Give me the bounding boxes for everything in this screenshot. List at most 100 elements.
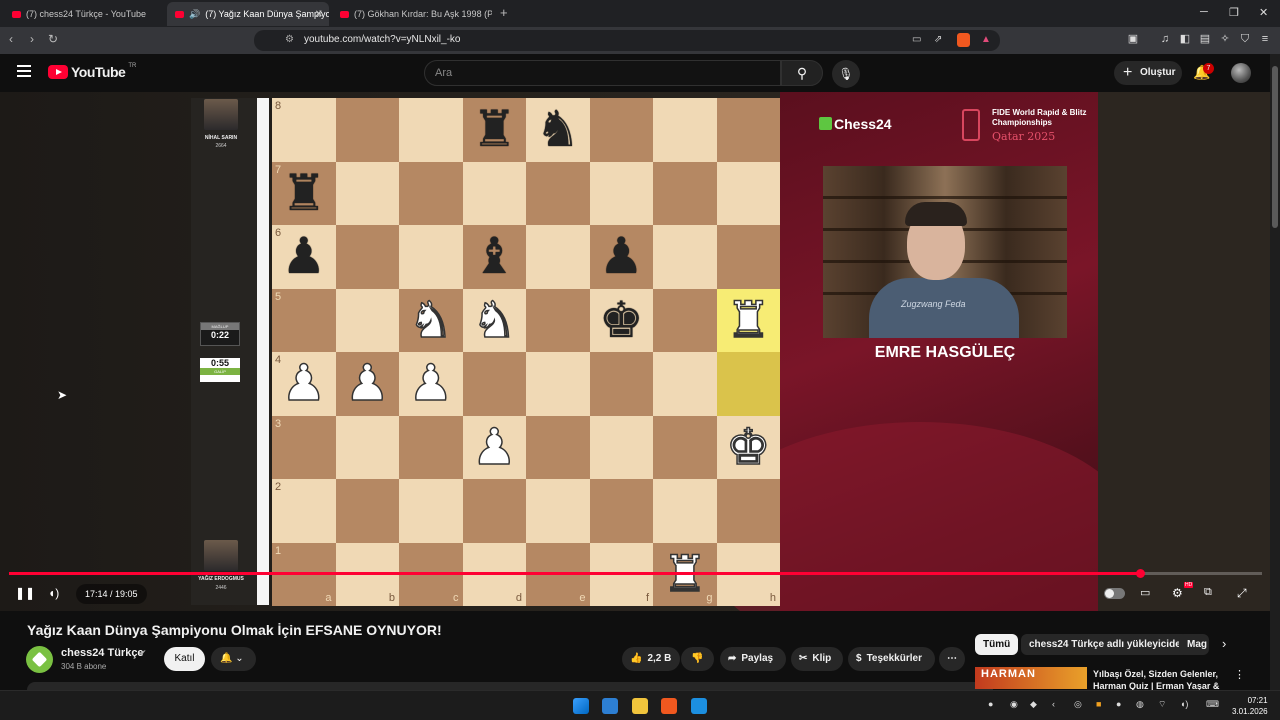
chip-more[interactable]: Mag <box>1179 634 1209 655</box>
share-button[interactable]: ➦ Paylaş <box>720 647 786 671</box>
pause-icon[interactable]: ❚❚ <box>15 586 35 600</box>
file-label: c <box>453 592 459 604</box>
board-square <box>716 225 780 289</box>
browser-nav-bar: ‹ › ↻ ⊡ ⚙ youtube.com/watch?v=yNLNxil_-k… <box>0 27 1280 54</box>
brave-shields-icon[interactable] <box>957 33 970 47</box>
wifi-icon[interactable]: ⌔ <box>1158 699 1166 710</box>
brand-text: Chess24 <box>834 116 892 132</box>
app-icon[interactable] <box>691 698 707 714</box>
subtitles-icon[interactable]: ▭ <box>1140 586 1150 599</box>
tray-icon[interactable]: ● <box>1116 699 1121 709</box>
country-code: TR <box>128 63 137 69</box>
menu-icon[interactable]: ≡ <box>1259 33 1271 45</box>
board-square <box>716 352 780 416</box>
settings-gear-icon[interactable]: ⚙ <box>1172 586 1183 600</box>
brave-browser-icon[interactable] <box>661 698 677 714</box>
tray-icon[interactable]: ◍ <box>1136 699 1144 710</box>
board-square: ♟ <box>589 225 653 289</box>
thanks-button[interactable]: $ Teşekkürler <box>848 647 935 671</box>
tab-yagiz-kaan[interactable]: 🔊 (7) Yağız Kaan Dünya Şampiyo ✕ <box>167 2 329 26</box>
volume-icon[interactable]: ◖) <box>48 586 59 600</box>
board-square <box>589 98 653 162</box>
dislike-button[interactable]: 👎 <box>681 647 714 671</box>
tray-icon[interactable]: ■ <box>1096 699 1101 709</box>
top-player-photo <box>204 99 238 130</box>
join-button[interactable]: Katıl <box>164 647 205 671</box>
site-info-icon[interactable]: ⚙ <box>285 34 294 45</box>
video-player[interactable]: NİHAL SARIN 2664 MAĞLUP 0:22 0:55 GALİP … <box>0 92 1270 611</box>
fullscreen-icon[interactable]: ⤢ <box>1237 586 1247 601</box>
wallet-icon[interactable]: ▤ <box>1199 33 1211 45</box>
rewards-icon[interactable]: ▲ <box>981 34 991 45</box>
file-explorer-icon[interactable] <box>632 698 648 714</box>
miniplayer-icon[interactable]: ⧉ <box>1204 586 1212 599</box>
voice-search-button[interactable]: 🎙 <box>832 60 860 88</box>
scrollbar-thumb[interactable] <box>1272 66 1278 228</box>
scissors-icon: ✂ <box>799 653 808 664</box>
tray-icon[interactable]: ◎ <box>1074 699 1082 710</box>
recommendation-title[interactable]: Yılbaşı Özel, Sizden Gelenler, Harman Qu… <box>1093 668 1223 690</box>
board-square: ♟ <box>335 352 399 416</box>
restore-icon[interactable]: ❐ <box>1229 6 1239 19</box>
language-icon[interactable]: ⌨ <box>1206 699 1219 710</box>
more-options-icon[interactable]: ⋮ <box>1234 668 1245 681</box>
new-tab-icon[interactable]: + <box>500 5 508 20</box>
chevron-right-icon[interactable]: › <box>1222 636 1226 651</box>
search-input[interactable]: Ara <box>424 60 781 86</box>
address-bar[interactable]: ⚙ youtube.com/watch?v=yNLNxil_-ko ▭ ⇗ ▲ <box>254 30 1000 51</box>
back-icon[interactable]: ‹ <box>9 32 13 46</box>
music-icon[interactable]: ♫ <box>1159 33 1171 45</box>
youtube-logo[interactable]: YouTube TR <box>48 63 137 80</box>
youtube-favicon-icon <box>12 10 21 18</box>
cast-icon[interactable]: ▭ <box>912 34 921 45</box>
tray-chevron-icon[interactable]: ‹ <box>1052 699 1055 709</box>
white-king-icon: ♚ <box>725 417 771 476</box>
windows-start-icon[interactable] <box>573 698 589 714</box>
system-clock[interactable]: 07:21 3.01.2026 <box>1232 695 1268 717</box>
white-pawn-icon: ♟ <box>408 353 454 412</box>
search-button[interactable]: ⚲ <box>781 60 823 86</box>
white-knight-icon: ♞ <box>408 290 454 349</box>
tab-gokhan-kirdar[interactable]: (7) Gökhan Kırdar: Bu Aşk 1998 (Playl <box>332 2 492 26</box>
sidebar-icon[interactable]: ▣ <box>1127 33 1139 45</box>
board-square <box>335 161 399 225</box>
bottom-player-photo <box>204 540 238 571</box>
close-tab-icon[interactable]: ✕ <box>315 9 323 20</box>
file-label: d <box>515 592 522 604</box>
rank-label: 8 <box>275 100 282 112</box>
board-square: ♟ <box>399 352 463 416</box>
share-page-icon[interactable]: ⇗ <box>934 34 942 45</box>
board-square: 5 <box>272 288 336 352</box>
recommendation-thumbnail[interactable]: HARMAN <box>975 667 1087 689</box>
volume-tray-icon[interactable]: ◖) <box>1180 699 1188 709</box>
tray-icon[interactable]: ● <box>988 699 993 709</box>
black-knight-icon: ♞ <box>535 100 581 158</box>
reload-icon[interactable]: ↻ <box>48 32 58 46</box>
forward-icon[interactable]: › <box>30 32 34 46</box>
desktop-widgets-icon[interactable] <box>602 698 618 714</box>
account-avatar[interactable] <box>1231 63 1251 83</box>
close-window-icon[interactable]: ✕ <box>1259 6 1268 19</box>
scrubber-handle[interactable] <box>1136 569 1145 578</box>
clock-date: 3.01.2026 <box>1232 707 1268 716</box>
minimize-icon[interactable]: ─ <box>1200 6 1208 18</box>
windows-taskbar: ● ◉ ◆ ‹ ◎ ■ ● ◍ ⌔ ◖) ⌨ 07:21 3.01.2026 <box>0 690 1280 720</box>
vpn-icon[interactable]: ⛉ <box>1239 33 1251 45</box>
tab-chess24[interactable]: (7) chess24 Türkçe - YouTube <box>4 2 164 26</box>
page-scrollbar[interactable] <box>1270 54 1280 690</box>
subscribed-button[interactable]: 🔔 ⌄ <box>211 647 256 671</box>
more-actions-button[interactable]: ⋯ <box>939 647 965 671</box>
channel-name[interactable]: chess24 Türkçe <box>61 647 144 659</box>
tray-icon[interactable]: ◉ <box>1010 699 1018 710</box>
reading-icon[interactable]: ◧ <box>1179 33 1191 45</box>
hamburger-menu-icon[interactable] <box>17 65 31 77</box>
clip-button[interactable]: ✂ Klip <box>791 647 843 671</box>
like-button[interactable]: 👍 2,2 B <box>622 647 680 671</box>
autoplay-toggle[interactable] <box>1104 588 1125 599</box>
tray-icon[interactable]: ◆ <box>1030 699 1037 710</box>
create-button[interactable]: + Oluştur <box>1114 61 1182 85</box>
channel-avatar[interactable] <box>26 646 53 673</box>
chip-from-uploader[interactable]: chess24 Türkçe adlı yükleyiciden <box>1021 634 1195 655</box>
leo-ai-icon[interactable]: ✧ <box>1219 33 1231 45</box>
chip-all[interactable]: Tümü <box>975 634 1019 655</box>
